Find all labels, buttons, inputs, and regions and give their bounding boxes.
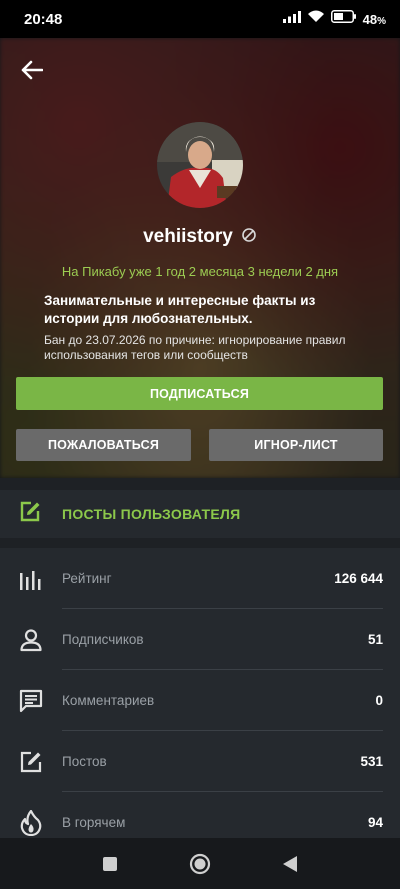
signal-icon — [282, 10, 301, 28]
profile-header: vehiistory На Пикабу уже 1 год 2 месяца … — [0, 38, 400, 478]
home-button[interactable] — [155, 838, 245, 889]
status-time: 20:48 — [24, 10, 63, 28]
system-nav-bar — [0, 838, 400, 889]
status-bar: 20:48 48% — [0, 0, 400, 38]
stat-value: 531 — [360, 754, 383, 769]
edit-post-icon — [0, 750, 62, 774]
square-icon — [103, 856, 117, 871]
battery-percent: 48% — [362, 11, 386, 27]
back-nav-button[interactable] — [245, 838, 335, 889]
wifi-icon — [307, 10, 325, 28]
user-posts-label: ПОСТЫ ПОЛЬЗОВАТЕЛЯ — [62, 506, 241, 522]
stat-row-rating[interactable]: Рейтинг 126 644 — [0, 548, 400, 609]
comment-icon — [0, 689, 62, 713]
back-button[interactable] — [18, 56, 46, 84]
banned-icon — [241, 227, 257, 248]
subscribe-button[interactable]: ПОДПИСАТЬСЯ — [16, 377, 383, 410]
stat-label: Рейтинг — [62, 571, 112, 586]
stat-label: Постов — [62, 754, 107, 769]
stats-list: Рейтинг 126 644 Подписчиков 51 Комментар… — [0, 548, 400, 838]
stat-row-posts[interactable]: Постов 531 — [0, 731, 400, 792]
portrait-image — [157, 122, 243, 208]
member-since: На Пикабу уже 1 год 2 месяца 3 недели 2 … — [61, 264, 339, 279]
ignore-list-button[interactable]: ИГНОР-ЛИСТ — [209, 429, 383, 461]
battery-icon — [330, 10, 357, 28]
arrow-back-icon — [21, 60, 43, 80]
user-posts-link[interactable]: ПОСТЫ ПОЛЬЗОВАТЕЛЯ — [0, 490, 400, 538]
rating-bars-icon — [0, 568, 62, 590]
stat-value: 51 — [367, 632, 383, 647]
stat-value: 94 — [367, 815, 383, 830]
person-icon — [0, 628, 62, 652]
fire-icon — [0, 809, 62, 836]
stat-value: 126 644 — [334, 571, 383, 586]
stat-row-comments[interactable]: Комментариев 0 — [0, 670, 400, 731]
username: vehiistory — [143, 226, 233, 247]
ban-notice: Бан до 23.07.2026 по причине: игнорирова… — [44, 333, 346, 362]
stat-label: Подписчиков — [62, 632, 144, 647]
recents-button[interactable] — [65, 838, 155, 889]
stat-label: Комментариев — [62, 693, 155, 708]
stat-row-subscribers[interactable]: Подписчиков 51 — [0, 609, 400, 670]
stat-value: 0 — [375, 693, 383, 708]
triangle-back-icon — [283, 855, 297, 872]
status-icons: 48% — [282, 10, 386, 28]
profile-about: Занимательные и интересные факты из исто… — [44, 293, 316, 326]
stat-row-hot[interactable]: В горячем 94 — [0, 792, 400, 838]
circle-home-icon — [189, 853, 211, 874]
report-button[interactable]: ПОЖАЛОВАТЬСЯ — [16, 429, 191, 461]
stat-label: В горячем — [62, 815, 126, 830]
edit-post-icon — [18, 500, 42, 529]
username-row: vehiistory — [0, 226, 400, 248]
avatar[interactable] — [157, 122, 243, 208]
